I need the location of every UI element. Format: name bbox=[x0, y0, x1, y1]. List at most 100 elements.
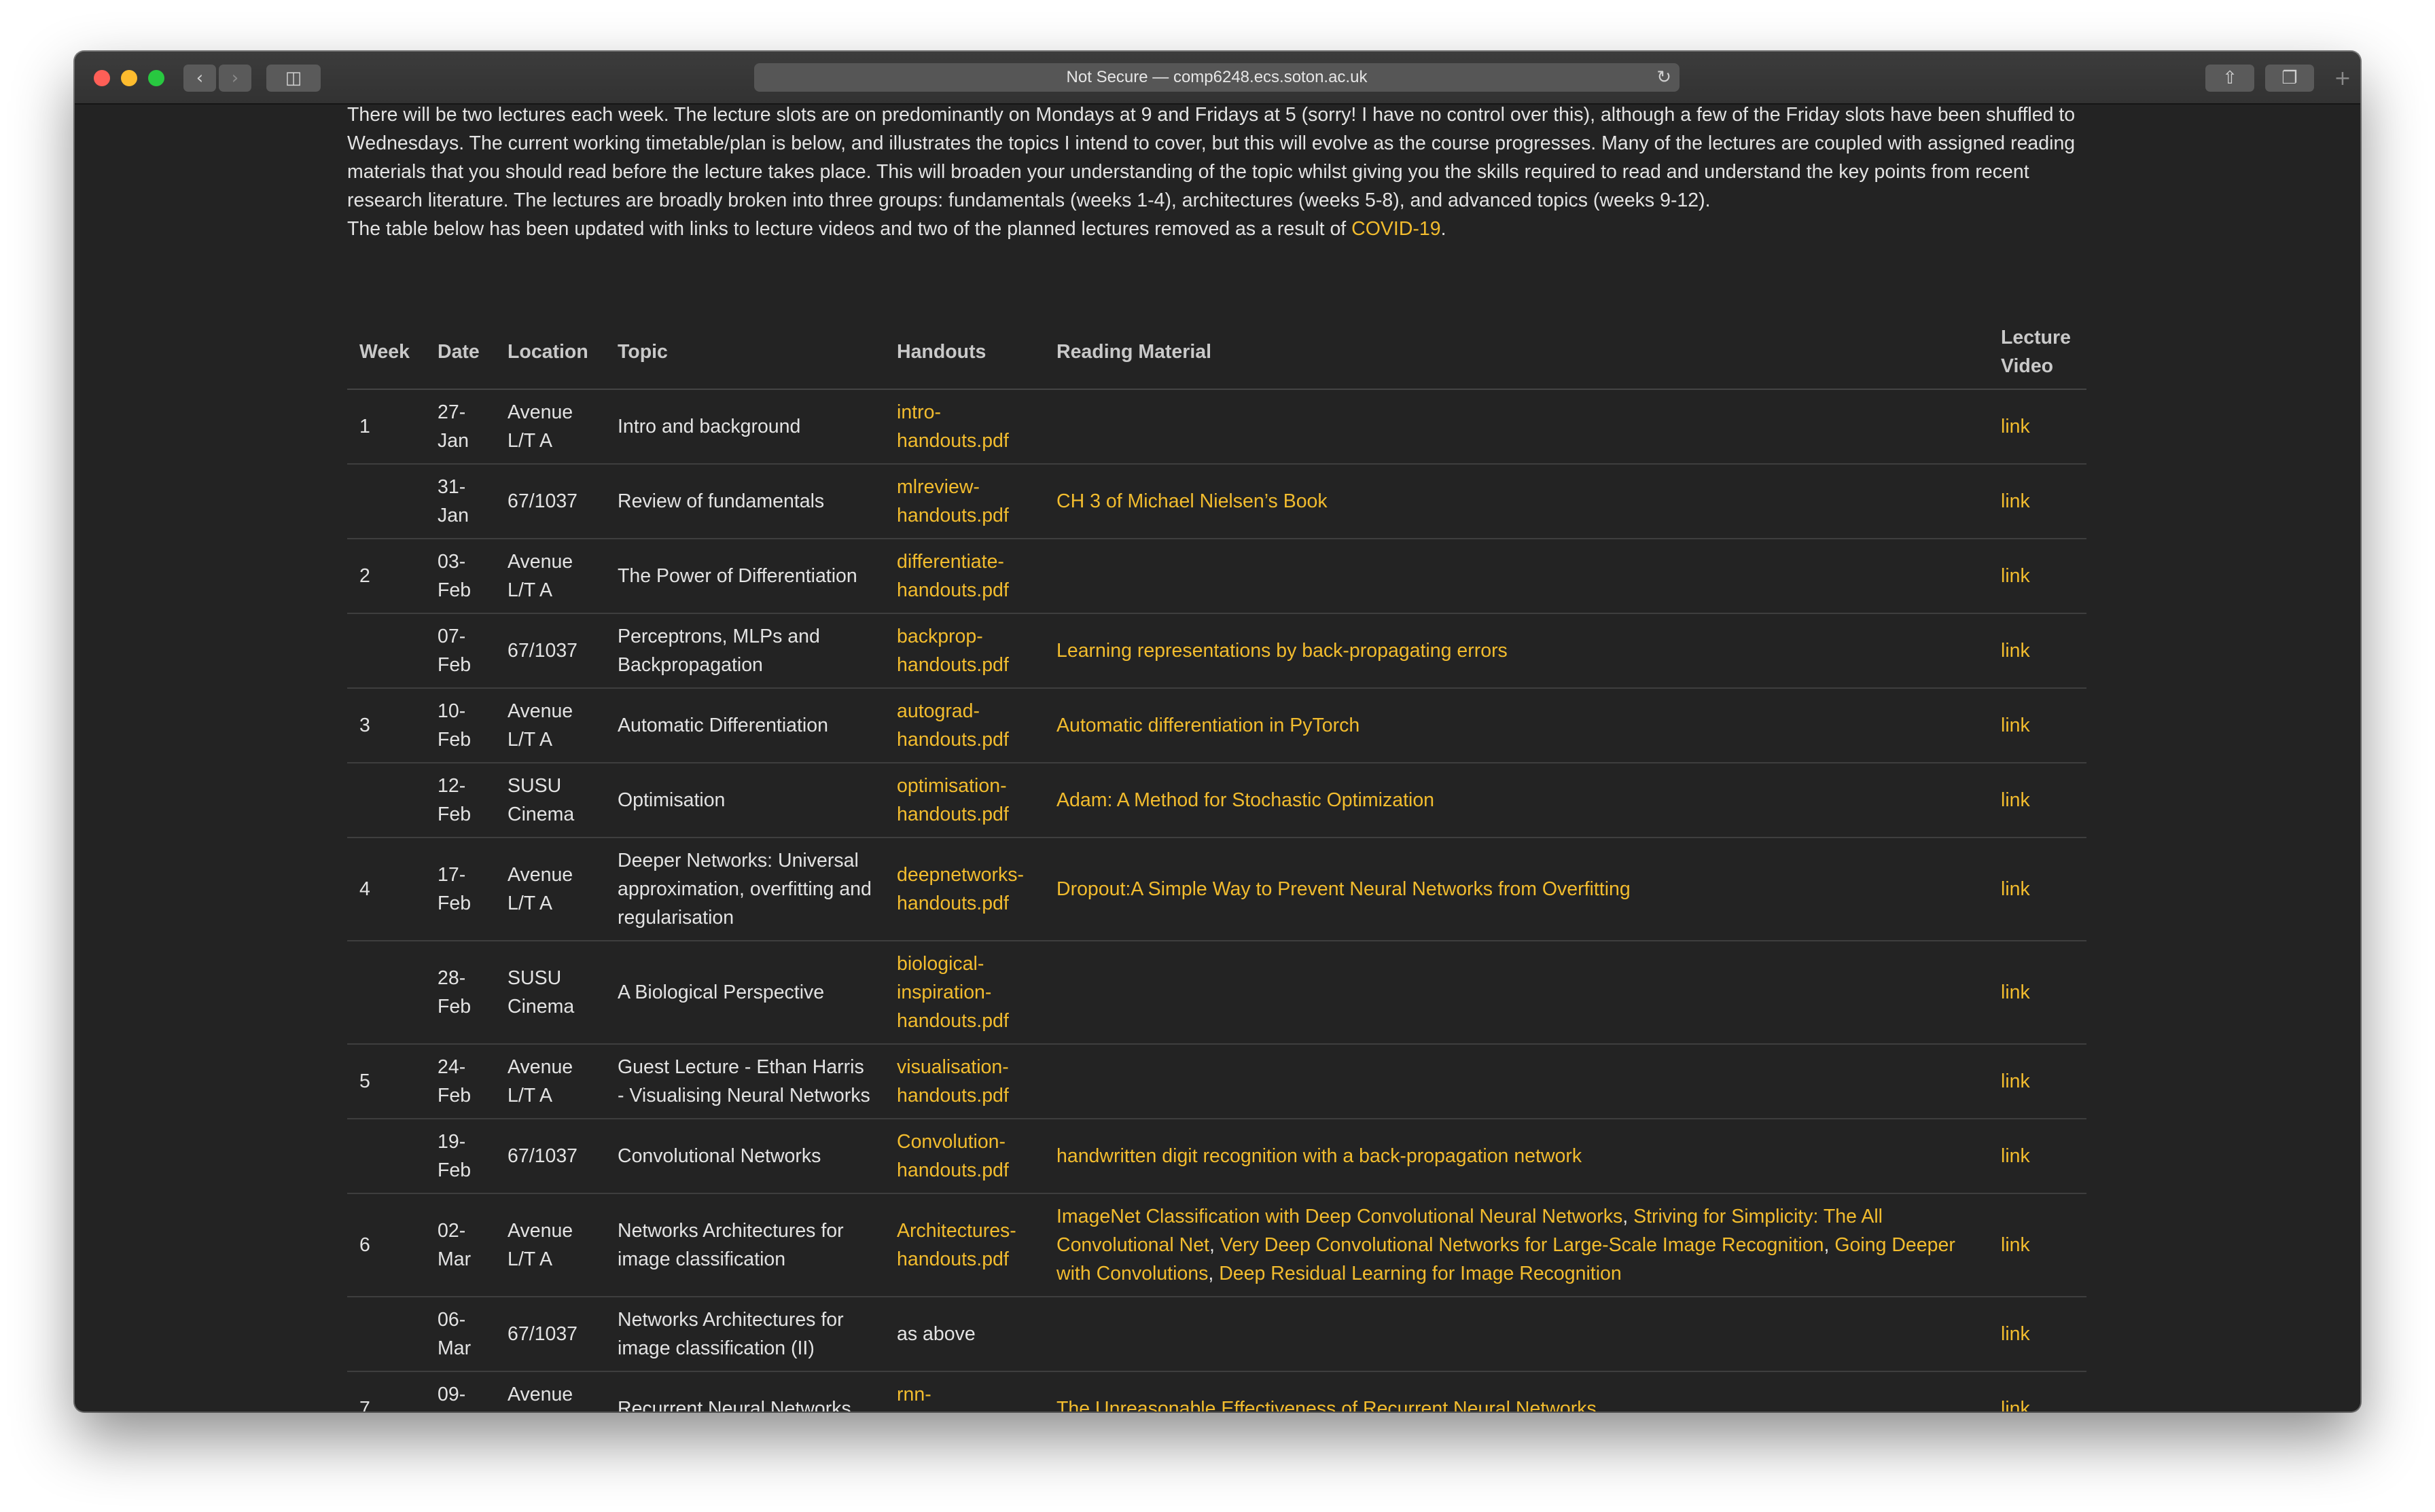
cell-lecture-video: link bbox=[1989, 1044, 2086, 1119]
cell-week: 3 bbox=[347, 688, 425, 763]
cell-handout-link[interactable]: biological-inspiration-handouts.pdf bbox=[897, 953, 1009, 1032]
reading-link[interactable]: ImageNet Classification with Deep Convol… bbox=[1056, 1206, 1622, 1227]
cell-date-text: 07-Feb bbox=[438, 626, 472, 676]
cell-handout: Convolution-handouts.pdf bbox=[885, 1119, 1044, 1194]
share-icon[interactable]: ⇧ bbox=[2205, 65, 2254, 92]
cell-topic: Networks Architectures for image classif… bbox=[605, 1193, 885, 1297]
zoom-window-button[interactable] bbox=[148, 70, 164, 86]
cell-handout-link[interactable]: mlreview-handouts.pdf bbox=[897, 476, 1009, 526]
cell-handout: as above bbox=[885, 1297, 1044, 1372]
cell-lecture-video: link bbox=[1989, 763, 2086, 838]
table-row: 28-Feb SUSU Cinema A Biological Perspectiv… bbox=[347, 941, 2086, 1045]
cell-handout-link[interactable]: deepnetworks-handouts.pdf bbox=[897, 864, 1024, 914]
cell-week-text: 6 bbox=[359, 1234, 370, 1256]
address-bar[interactable]: Not Secure — comp6248.ecs.soton.ac.uk ↻ bbox=[754, 63, 1679, 92]
reading-link[interactable]: Very Deep Convolutional Networks for Lar… bbox=[1220, 1234, 1824, 1256]
cell-lecture-video-link[interactable]: link bbox=[2001, 416, 2030, 437]
cell-date-text: 12-Feb bbox=[438, 775, 472, 825]
cell-handout-link[interactable]: rnn-handout.pdf bbox=[897, 1384, 999, 1411]
cell-handout: biological-inspiration-handouts.pdf bbox=[885, 941, 1044, 1045]
cell-lecture-video: link bbox=[1989, 1193, 2086, 1297]
cell-date-text: 19-Feb bbox=[438, 1131, 472, 1181]
url-text: Not Secure — comp6248.ecs.soton.ac.uk bbox=[1066, 68, 1368, 86]
cell-reading-material: Adam: A Method for Stochastic Optimizati… bbox=[1044, 763, 1989, 838]
reading-link[interactable]: The Unreasonable Effectiveness of Recurr… bbox=[1056, 1398, 1597, 1411]
cell-lecture-video-link[interactable]: link bbox=[2001, 1070, 2030, 1092]
reading-link[interactable]: handwritten digit recognition with a bac… bbox=[1056, 1145, 1582, 1167]
cell-lecture-video-link[interactable]: link bbox=[2001, 1145, 2030, 1167]
cell-handout: intro-handouts.pdf bbox=[885, 389, 1044, 465]
cell-lecture-video-link[interactable]: link bbox=[2001, 1234, 2030, 1256]
cell-reading-material: Automatic differentiation in PyTorch bbox=[1044, 688, 1989, 763]
cell-topic: Perceptrons, MLPs and Backpropagation bbox=[605, 613, 885, 689]
cell-handout-link[interactable]: backprop-handouts.pdf bbox=[897, 626, 1009, 676]
cell-date: 31-Jan bbox=[425, 464, 495, 539]
covid-link[interactable]: COVID-19 bbox=[1351, 218, 1440, 240]
cell-reading-material: The Unreasonable Effectiveness of Recurr… bbox=[1044, 1371, 1989, 1411]
cell-topic-text: Guest Lecture - Ethan Harris - Visualisi… bbox=[618, 1056, 870, 1106]
sidebar-icon[interactable]: ◫ bbox=[266, 65, 321, 92]
cell-lecture-video-link[interactable]: link bbox=[2001, 878, 2030, 900]
reading-link[interactable]: Adam: A Method for Stochastic Optimizati… bbox=[1056, 789, 1434, 811]
cell-lecture-video-link[interactable]: link bbox=[2001, 715, 2030, 736]
reading-separator: , bbox=[1824, 1234, 1835, 1256]
back-icon[interactable]: ‹ bbox=[183, 65, 216, 92]
forward-icon[interactable]: › bbox=[219, 65, 251, 92]
cell-handout-link[interactable]: differentiate-handouts.pdf bbox=[897, 551, 1009, 601]
cell-lecture-video-link[interactable]: link bbox=[2001, 490, 2030, 512]
cell-handout: differentiate-handouts.pdf bbox=[885, 539, 1044, 614]
reading-link[interactable]: Automatic differentiation in PyTorch bbox=[1056, 715, 1359, 736]
cell-week bbox=[347, 464, 425, 539]
cell-lecture-video-link[interactable]: link bbox=[2001, 789, 2030, 811]
reload-icon[interactable]: ↻ bbox=[1656, 63, 1671, 92]
cell-handout-link[interactable]: Convolution-handouts.pdf bbox=[897, 1131, 1009, 1181]
page-content: There will be two lectures each week. Th… bbox=[75, 105, 2360, 1411]
cell-week: 1 bbox=[347, 389, 425, 465]
cell-date: 07-Feb bbox=[425, 613, 495, 689]
cell-location-text: Avenue L/T A bbox=[508, 1220, 573, 1270]
cell-lecture-video-link[interactable]: link bbox=[2001, 1323, 2030, 1345]
cell-handout-link[interactable]: visualisation-handouts.pdf bbox=[897, 1056, 1009, 1106]
cell-location: Avenue L/T A bbox=[495, 688, 605, 763]
cell-handout-link[interactable]: Architectures-handouts.pdf bbox=[897, 1220, 1016, 1270]
new-tab-icon[interactable]: + bbox=[2330, 67, 2355, 91]
cell-lecture-video-link[interactable]: link bbox=[2001, 565, 2030, 587]
reading-link[interactable]: Deep Residual Learning for Image Recogni… bbox=[1219, 1263, 1622, 1284]
cell-handout: Architectures-handouts.pdf bbox=[885, 1193, 1044, 1297]
tab-overview-icon[interactable]: ❐ bbox=[2265, 65, 2314, 92]
reading-link[interactable]: CH 3 of Michael Nielsen’s Book bbox=[1056, 490, 1328, 512]
cell-topic: Networks Architectures for image classif… bbox=[605, 1297, 885, 1372]
cell-handout-link[interactable]: optimisation-handouts.pdf bbox=[897, 775, 1009, 825]
cell-topic-text: Automatic Differentiation bbox=[618, 715, 828, 736]
cell-topic-text: A Biological Perspective bbox=[618, 982, 825, 1003]
browser-toolbar: ‹ › ◫ Not Secure — comp6248.ecs.soton.ac… bbox=[75, 52, 2360, 105]
close-window-button[interactable] bbox=[94, 70, 110, 86]
cell-reading-material bbox=[1044, 1044, 1989, 1119]
cell-date: 06-Mar bbox=[425, 1297, 495, 1372]
cell-topic: Convolutional Networks bbox=[605, 1119, 885, 1194]
cell-location-text: Avenue L/T A bbox=[508, 700, 573, 751]
cell-week: 7 bbox=[347, 1371, 425, 1411]
cell-week bbox=[347, 941, 425, 1045]
cell-handout-link[interactable]: intro-handouts.pdf bbox=[897, 401, 1009, 452]
cell-handout: backprop-handouts.pdf bbox=[885, 613, 1044, 689]
cell-lecture-video: link bbox=[1989, 464, 2086, 539]
cell-handout-link[interactable]: autograd-handouts.pdf bbox=[897, 700, 1009, 751]
cell-lecture-video-link[interactable]: link bbox=[2001, 640, 2030, 662]
cell-date-text: 10-Feb bbox=[438, 700, 472, 751]
cell-week-text: 7 bbox=[359, 1398, 370, 1411]
cell-location: SUSU Cinema bbox=[495, 763, 605, 838]
minimize-window-button[interactable] bbox=[121, 70, 137, 86]
cell-topic: The Power of Differentiation bbox=[605, 539, 885, 614]
cell-topic-text: Recurrent Neural Networks bbox=[618, 1398, 851, 1411]
cell-reading-material bbox=[1044, 389, 1989, 465]
cell-lecture-video-link[interactable]: link bbox=[2001, 1398, 2030, 1411]
cell-week: 2 bbox=[347, 539, 425, 614]
cell-topic: Optimisation bbox=[605, 763, 885, 838]
reading-link[interactable]: Learning representations by back-propaga… bbox=[1056, 640, 1508, 662]
header-location: Location bbox=[495, 317, 605, 390]
cell-location-text: SUSU Cinema bbox=[508, 775, 575, 825]
cell-lecture-video-link[interactable]: link bbox=[2001, 982, 2030, 1003]
reading-separator: , bbox=[1208, 1263, 1220, 1284]
reading-link[interactable]: Dropout:A Simple Way to Prevent Neural N… bbox=[1056, 878, 1631, 900]
